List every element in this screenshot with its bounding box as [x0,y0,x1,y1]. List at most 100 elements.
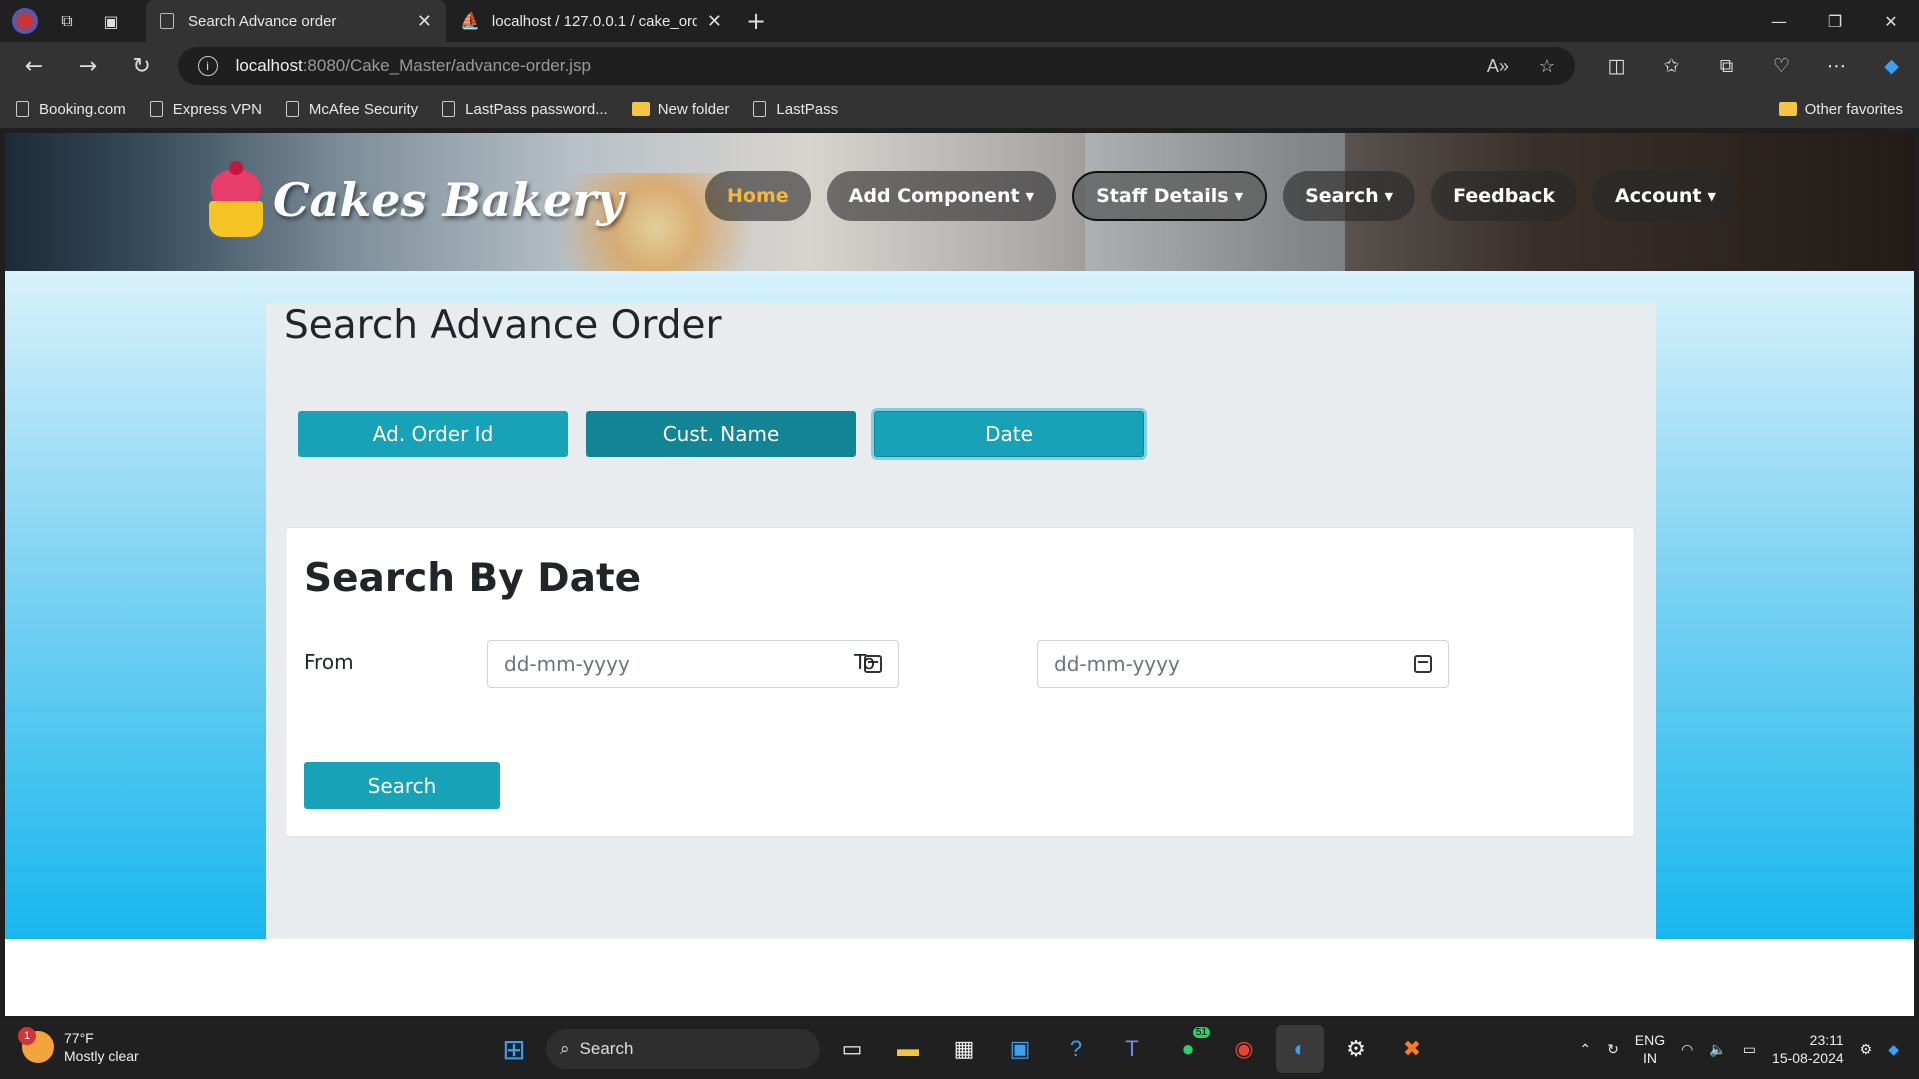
bookmark-mcafee[interactable]: McAfee Security [285,100,419,118]
address-bar[interactable]: i localhost:8080/Cake_Master/advance-ord… [177,47,1576,85]
bookmark-label: McAfee Security [308,100,419,118]
nav-search[interactable]: Search ▼ [1283,171,1416,221]
clock-time: 23:11 [1809,1032,1844,1048]
nav-staff-details[interactable]: Staff Details ▼ [1072,171,1268,221]
new-tab-icon[interactable]: + [746,7,766,35]
lang-bottom: IN [1642,1050,1657,1066]
nav-label: Search [1305,185,1379,207]
bookmark-label: Booking.com [39,100,126,118]
bookmark-booking[interactable]: Booking.com [16,101,126,118]
caret-down-icon: ▼ [1234,189,1244,203]
forward-icon[interactable]: → [66,46,110,86]
battery-icon[interactable]: ▭ [1743,1041,1756,1058]
favorites-icon[interactable]: ✩ [1644,46,1699,86]
restore-icon[interactable]: ❐ [1807,0,1863,42]
caret-down-icon: ▼ [1707,189,1716,203]
back-icon[interactable]: ← [12,46,56,86]
myhp-icon[interactable]: ▣ [996,1025,1044,1073]
page-icon [753,101,767,117]
page-icon [442,101,456,117]
nav-label: Add Component [848,185,1020,207]
brand-name: Cakes Bakery [273,173,624,227]
help-icon[interactable]: ? [1052,1025,1100,1073]
nav-label: Feedback [1453,185,1556,207]
bookmark-express-vpn[interactable]: Express VPN [149,100,262,118]
teams-icon[interactable]: T [1108,1025,1156,1073]
tab-customer-name-button[interactable]: Cust. Name [586,411,856,457]
brand-logo[interactable]: Cakes Bakery [205,161,623,239]
phpmyadmin-icon: ⛵ [460,13,480,30]
calendar-icon[interactable] [1414,655,1432,673]
tab-actions-icon[interactable]: ▣ [96,6,126,36]
edge-icon[interactable]: ◐ [1276,1025,1324,1073]
split-screen-icon[interactable]: ◫ [1589,46,1644,86]
language-indicator[interactable]: ENG IN [1635,1031,1665,1067]
main-nav: Home Add Component ▼ Staff Details ▼ Searc… [705,171,1738,221]
bookmark-lastpass-password[interactable]: LastPass password... [442,101,608,118]
folder-icon [1778,102,1797,116]
read-aloud-icon[interactable]: A» [1487,56,1509,77]
copilot-icon[interactable]: ◆ [1864,46,1919,86]
clock[interactable]: 23:11 15-08-2024 [1772,1031,1844,1067]
bookmark-label: LastPass [776,100,839,118]
copilot-taskbar-icon[interactable]: ◆ [1888,1041,1899,1058]
site-info-icon[interactable]: i [197,56,218,76]
minimize-icon[interactable]: — [1751,0,1807,42]
tab-search-advance-order[interactable]: Search Advance order ✕ [146,0,446,42]
browser-essentials-icon[interactable]: ♡ [1754,46,1809,86]
toolbar-icons: ◫ ✩ ⧉ ♡ ⋯ ◆ [1589,46,1919,86]
weather-desc: Mostly clear [64,1048,139,1064]
bookmark-label: New folder [657,100,730,118]
bookmark-label: Express VPN [172,100,262,118]
close-tab-icon[interactable]: ✕ [707,11,722,32]
weather-widget[interactable]: 1 77°F Mostly clear [18,1027,139,1065]
reload-icon[interactable]: ↻ [120,46,164,86]
bookmark-new-folder[interactable]: New folder [631,100,730,118]
tab-phpmyadmin[interactable]: ⛵ localhost / 127.0.0.1 / cake_order ✕ [446,0,736,42]
taskbar-search[interactable]: ⌕ Search [546,1029,820,1069]
whatsapp-badge: 51 [1192,1027,1210,1038]
caret-down-icon: ▼ [1025,189,1035,203]
close-window-icon[interactable]: ✕ [1863,0,1919,42]
nav-home[interactable]: Home [705,171,811,221]
card-title: Search By Date [304,556,642,601]
microsoft-store-icon[interactable]: ▦ [940,1025,988,1073]
url-path: :8080/Cake_Master/advance-order.jsp [302,56,591,75]
nav-label: Home [727,185,789,207]
xampp-icon[interactable]: ✖ [1388,1025,1436,1073]
collections-icon[interactable]: ⧉ [1699,46,1754,86]
tab-date-button[interactable]: Date [874,411,1144,457]
notifications-icon[interactable]: ⚙ [1860,1041,1873,1058]
from-date-input[interactable]: dd-mm-yyyy [487,640,899,688]
to-date-placeholder: dd-mm-yyyy [1054,652,1180,676]
bookmark-lastpass[interactable]: LastPass [753,101,838,118]
windows-start-icon[interactable]: ⊞ [490,1025,538,1073]
whatsapp-icon[interactable]: ● 51 [1164,1025,1212,1073]
settings-icon[interactable]: ⚙ [1332,1025,1380,1073]
weather-temp: 77°F [64,1030,94,1046]
to-date-input[interactable]: dd-mm-yyyy [1037,640,1449,688]
sync-icon[interactable]: ↻ [1607,1041,1619,1058]
nav-feedback[interactable]: Feedback [1431,171,1578,221]
bookmark-other-favorites[interactable]: Other favorites [1778,101,1903,118]
task-view-icon[interactable]: ▭ [828,1025,876,1073]
clock-date: 15-08-2024 [1772,1050,1844,1066]
browser-toolbar: ← → ↻ i localhost:8080/Cake_Master/advan… [0,42,1919,90]
wifi-icon[interactable]: ◠ [1681,1041,1693,1058]
nav-add-component[interactable]: Add Component ▼ [826,171,1057,221]
workspaces-icon[interactable]: ⧉ [52,6,82,36]
caret-down-icon: ▼ [1384,189,1394,203]
favorite-star-icon[interactable]: ☆ [1539,56,1555,77]
file-explorer-icon[interactable]: ▬ [884,1025,932,1073]
chrome-icon[interactable]: ◉ [1220,1025,1268,1073]
search-button[interactable]: Search [304,762,500,809]
nav-account[interactable]: Account ▼ [1593,171,1738,221]
more-icon[interactable]: ⋯ [1809,46,1864,86]
close-tab-icon[interactable]: ✕ [417,11,432,32]
folder-icon [631,102,650,116]
chevron-up-icon[interactable]: ⌃ [1579,1041,1591,1058]
url-host: localhost [235,56,303,75]
volume-icon[interactable]: 🔈 [1709,1041,1726,1058]
tab-order-id-button[interactable]: Ad. Order Id [298,411,568,457]
profile-icon[interactable] [12,8,38,34]
